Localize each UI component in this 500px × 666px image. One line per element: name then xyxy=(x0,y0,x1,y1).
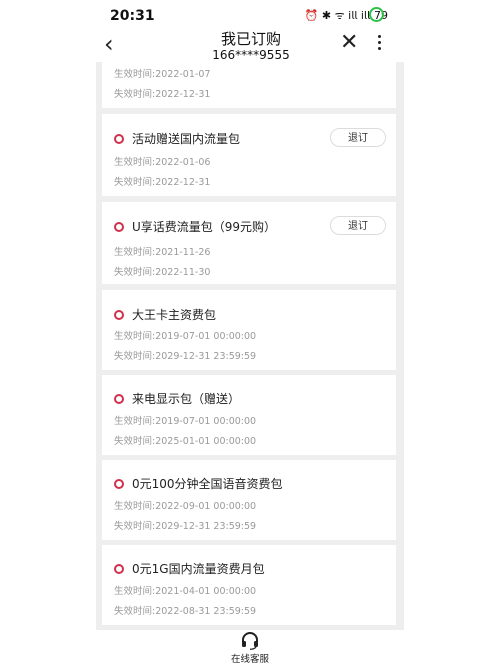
more-options-icon[interactable] xyxy=(378,35,382,53)
bullet-icon xyxy=(114,221,124,232)
subscription-card: 生效时间:2022-01-07 失效时间:2022-12-31 xyxy=(102,62,396,108)
page-title: 我已订购 xyxy=(220,30,281,48)
online-service-button[interactable]: 在线客服 xyxy=(218,632,282,665)
expire-row: 失效时间:2022-08-31 23:59:59 xyxy=(114,606,257,617)
status-time: 20:31 xyxy=(110,8,155,24)
subscription-card: U享话费流量包（99元购） 退订 生效时间:2021-11-26 失效时间:20… xyxy=(102,202,396,284)
effective-row: 生效时间:2019-07-01 00:00:00 xyxy=(114,416,257,427)
bullet-icon xyxy=(114,478,124,489)
package-name: 来电显示包（赠送） xyxy=(132,392,241,406)
phone-number: 166****9555 xyxy=(212,48,290,62)
package-title: 大王卡主资费包 xyxy=(114,306,216,323)
subscription-card: 来电显示包（赠送） 生效时间:2019-07-01 00:00:00 失效时间:… xyxy=(102,375,396,455)
bullet-icon xyxy=(114,133,124,144)
package-name: 0元1G国内流量资费月包 xyxy=(132,562,265,576)
package-title: U享话费流量包（99元购） xyxy=(114,218,276,235)
effective-row: 生效时间:2022-01-07 xyxy=(114,69,211,80)
nav-header: ‹ 我已订购 166****9555 ✕ xyxy=(96,30,406,62)
subscription-card: 0元1G国内流量资费月包 生效时间:2021-04-01 00:00:00 失效… xyxy=(102,545,396,625)
effective-row: 生效时间:2022-01-06 xyxy=(114,157,211,168)
package-name: 大王卡主资费包 xyxy=(132,308,217,322)
package-title: 来电显示包（赠送） xyxy=(114,390,240,407)
unsubscribe-button[interactable]: 退订 xyxy=(330,216,386,235)
bullet-icon xyxy=(114,563,124,574)
unsubscribe-button[interactable]: 退订 xyxy=(330,128,386,147)
status-bar: 20:31 ⏰ ✱ ᯤ 𝗂𝗅𝗅 𝗂𝗅𝗅 79 xyxy=(0,0,500,30)
expire-row: 失效时间:2029-12-31 23:59:59 xyxy=(114,351,257,362)
effective-row: 生效时间:2021-04-01 00:00:00 xyxy=(114,586,257,597)
expire-row: 失效时间:2029-12-31 23:59:59 xyxy=(114,521,257,532)
subscription-card: 大王卡主资费包 生效时间:2019-07-01 00:00:00 失效时间:20… xyxy=(102,290,396,370)
close-icon[interactable]: ✕ xyxy=(340,29,358,57)
package-title: 0元1G国内流量资费月包 xyxy=(114,560,265,577)
effective-row: 生效时间:2022-09-01 00:00:00 xyxy=(114,501,257,512)
headset-icon xyxy=(242,632,258,650)
battery-ring-icon xyxy=(369,7,384,22)
subscription-card: 活动赠送国内流量包 退订 生效时间:2022-01-06 失效时间:2022-1… xyxy=(102,114,396,196)
expire-row: 失效时间:2022-11-30 xyxy=(114,267,211,278)
expire-row: 失效时间:2025-01-01 00:00:00 xyxy=(114,436,257,447)
package-name: U享话费流量包（99元购） xyxy=(132,220,277,234)
expire-row: 失效时间:2022-12-31 xyxy=(114,89,211,100)
effective-row: 生效时间:2019-07-01 00:00:00 xyxy=(114,331,257,342)
effective-row: 生效时间:2021-11-26 xyxy=(114,247,211,258)
bullet-icon xyxy=(114,393,124,404)
package-name: 活动赠送国内流量包 xyxy=(132,132,241,146)
online-service-label: 在线客服 xyxy=(230,654,269,665)
package-title: 0元100分钟全国语音资费包 xyxy=(114,475,283,492)
subscription-card: 0元100分钟全国语音资费包 生效时间:2022-09-01 00:00:00 … xyxy=(102,460,396,540)
status-indicator-icons: ⏰ ✱ ᯤ 𝗂𝗅𝗅 𝗂𝗅𝗅 xyxy=(304,9,370,22)
title-block: 我已订购 166****9555 xyxy=(96,30,406,62)
expire-row: 失效时间:2022-12-31 xyxy=(114,177,211,188)
bullet-icon xyxy=(114,309,124,320)
subscription-list[interactable]: 生效时间:2022-01-07 失效时间:2022-12-31 活动赠送国内流量… xyxy=(96,62,404,630)
package-title: 活动赠送国内流量包 xyxy=(114,130,240,147)
package-name: 0元100分钟全国语音资费包 xyxy=(132,477,283,491)
